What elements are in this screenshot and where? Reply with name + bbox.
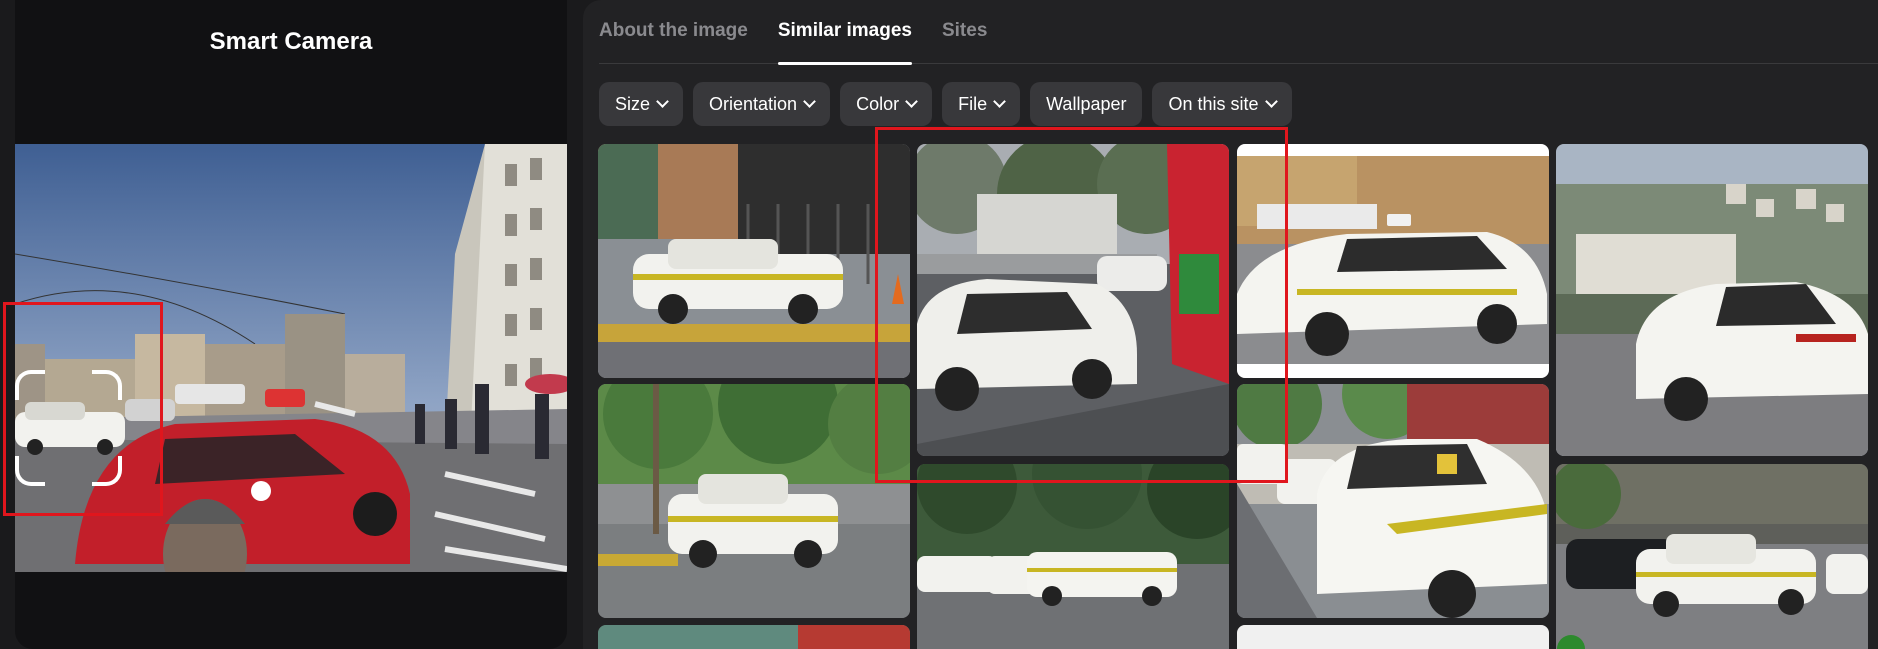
similar-image-8[interactable] bbox=[1556, 464, 1868, 649]
filter-bar: Size Orientation Color File Wallpaper On… bbox=[599, 82, 1292, 126]
filter-file[interactable]: File bbox=[942, 82, 1021, 126]
similar-image-3[interactable] bbox=[1237, 144, 1549, 378]
filter-orientation[interactable]: Orientation bbox=[693, 82, 831, 126]
similar-image-10[interactable] bbox=[1237, 625, 1549, 649]
chevron-down-icon bbox=[993, 95, 1006, 108]
smart-camera-panel: Smart Camera bbox=[15, 0, 567, 649]
chevron-down-icon bbox=[803, 95, 816, 108]
query-image[interactable] bbox=[15, 144, 567, 572]
chevron-down-icon bbox=[905, 95, 918, 108]
tab-similar-images[interactable]: Similar images bbox=[777, 0, 913, 65]
filter-on-this-site[interactable]: On this site bbox=[1152, 82, 1292, 126]
focus-point-marker[interactable] bbox=[251, 481, 271, 501]
results-panel: About the image Similar images Sites Siz… bbox=[583, 0, 1878, 649]
scan-frame-icon[interactable] bbox=[15, 370, 122, 486]
panel-title: Smart Camera bbox=[209, 28, 373, 55]
similar-image-7[interactable] bbox=[1237, 384, 1549, 618]
filter-color[interactable]: Color bbox=[840, 82, 933, 126]
tab-sites[interactable]: Sites bbox=[942, 0, 987, 64]
similar-image-9[interactable] bbox=[598, 625, 910, 649]
similar-image-5[interactable] bbox=[598, 384, 910, 618]
chevron-down-icon bbox=[1264, 95, 1278, 108]
app-root: Smart Camera About the image Similar ima… bbox=[0, 0, 1878, 649]
tab-about-the-image[interactable]: About the image bbox=[599, 0, 748, 64]
similar-image-1[interactable] bbox=[598, 144, 910, 378]
similar-image-6[interactable] bbox=[917, 464, 1229, 649]
similar-image-4[interactable] bbox=[1556, 144, 1868, 456]
filter-size[interactable]: Size bbox=[599, 82, 684, 126]
tab-bar: About the image Similar images Sites bbox=[599, 0, 1878, 65]
chevron-down-icon bbox=[656, 95, 669, 108]
filter-wallpaper[interactable]: Wallpaper bbox=[1030, 82, 1143, 126]
similar-image-2[interactable] bbox=[917, 144, 1229, 456]
